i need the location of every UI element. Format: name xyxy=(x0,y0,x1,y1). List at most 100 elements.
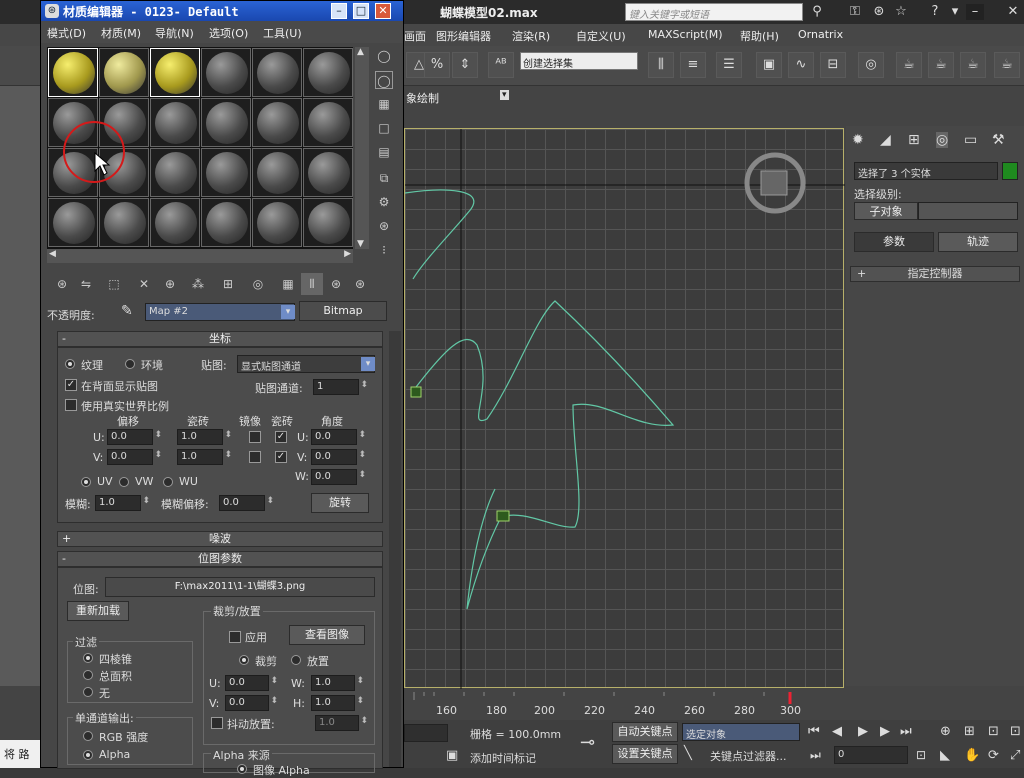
jitter-spinner[interactable]: 1.0 xyxy=(315,715,368,731)
uv-radio[interactable] xyxy=(81,477,91,487)
field-of-view-icon[interactable]: ◣ xyxy=(940,748,950,763)
sample-slot[interactable] xyxy=(252,198,302,247)
u-tile-checkbox[interactable]: ✓ xyxy=(275,431,287,443)
menu-material[interactable]: 材质(M) xyxy=(101,25,141,41)
w-angle-spinner[interactable]: 0.0 xyxy=(311,469,366,485)
percent-snap-icon[interactable]: % xyxy=(424,52,450,78)
sample-slot[interactable] xyxy=(48,198,98,247)
scroll-up-icon[interactable]: ▲ xyxy=(357,47,364,57)
slots-horizontal-scrollbar[interactable]: ◀ ▶ xyxy=(47,249,353,263)
u-offset-spinner[interactable]: 0.0 xyxy=(107,429,162,445)
apply-checkbox[interactable] xyxy=(229,631,241,643)
scroll-down-icon[interactable]: ▼ xyxy=(357,239,364,249)
menu-navigation[interactable]: 导航(N) xyxy=(155,25,194,41)
show-shaded-material-icon[interactable]: ▦ xyxy=(277,273,299,295)
menu-item[interactable]: Ornatrix xyxy=(798,28,843,41)
bitmap-params-rollout-header[interactable]: - 位图参数 xyxy=(57,551,383,567)
sample-slot[interactable] xyxy=(303,198,353,247)
alpha-radio[interactable] xyxy=(83,750,93,760)
show-end-result-icon[interactable]: ⫴ xyxy=(301,273,323,295)
play-icon[interactable]: ▶ xyxy=(858,724,868,739)
summed-area-radio[interactable] xyxy=(83,670,93,680)
layer-manager-icon[interactable]: ☰ xyxy=(716,52,742,78)
add-time-tag[interactable]: 添加时间标记 xyxy=(470,750,536,766)
edit-named-selection-icon[interactable]: ᴬᴮ xyxy=(488,52,514,78)
key-icon[interactable]: ⚿ xyxy=(846,4,864,20)
schematic-view-icon[interactable]: ⊟ xyxy=(820,52,846,78)
show-on-back-checkbox[interactable]: ✓ xyxy=(65,379,77,391)
reload-button[interactable]: 重新加载 xyxy=(67,601,129,621)
crop-h-spinner[interactable]: 1.0 xyxy=(311,695,364,711)
viewport[interactable] xyxy=(404,128,845,689)
mapping-dropdown[interactable]: 显式贴图通道 xyxy=(237,355,375,373)
v-tiling-spinner[interactable]: 1.0 xyxy=(177,449,232,465)
pan-icon[interactable]: ✋ xyxy=(964,748,980,763)
crop-w-spinner[interactable]: 1.0 xyxy=(311,675,364,691)
sample-slot[interactable] xyxy=(150,48,200,97)
sample-slot[interactable] xyxy=(201,98,251,147)
environment-radio[interactable] xyxy=(125,359,135,369)
maximize-viewport-icon[interactable]: ⤢ xyxy=(1010,748,1020,763)
video-color-check-icon[interactable]: ▤ xyxy=(375,143,393,161)
u-angle-spinner[interactable]: 0.0 xyxy=(311,429,366,445)
none-radio[interactable] xyxy=(83,687,93,697)
sample-slot[interactable] xyxy=(150,198,200,247)
noise-rollout-header[interactable]: + 噪波 xyxy=(57,531,383,547)
u-mirror-checkbox[interactable] xyxy=(249,431,261,443)
help-icon[interactable]: ? xyxy=(926,4,944,20)
current-frame-field[interactable]: 0 xyxy=(834,746,908,764)
object-marker[interactable] xyxy=(496,510,510,522)
help-dropdown-icon[interactable]: ▾ xyxy=(946,4,964,20)
menu-options[interactable]: 选项(O) xyxy=(209,25,248,41)
binoculars-icon[interactable]: ⚲ xyxy=(808,4,826,20)
sample-slot[interactable] xyxy=(48,48,98,97)
scroll-left-icon[interactable]: ◀ xyxy=(49,249,56,259)
map-name-field[interactable]: Map #2 xyxy=(145,303,295,321)
menu-utilities[interactable]: 工具(U) xyxy=(263,25,302,41)
go-to-parent-icon[interactable]: ⊛ xyxy=(325,273,347,295)
material-editor-icon[interactable]: ◎ xyxy=(858,52,884,78)
parameters-tab[interactable]: 参数 xyxy=(854,232,934,252)
coordinates-rollout-header[interactable]: - 坐标 xyxy=(57,331,383,347)
sample-slot[interactable] xyxy=(252,148,302,197)
place-radio[interactable] xyxy=(291,655,301,665)
spline-curve[interactable] xyxy=(405,189,475,280)
menu-item[interactable]: 图形编辑器 xyxy=(436,28,491,44)
prev-frame-icon[interactable]: ◀ xyxy=(832,724,842,739)
material-id-channel-icon[interactable]: ◎ xyxy=(247,273,269,295)
named-selection-set-dropdown[interactable]: 创建选择集 xyxy=(520,52,638,70)
material-editor-title-bar[interactable]: ⊛ 材质编辑器 - 0123- Default – □ ✕ xyxy=(41,1,403,21)
get-material-icon[interactable]: ⊛ xyxy=(51,273,73,295)
modify-tab-icon[interactable]: ◢ xyxy=(880,132,891,148)
u-tiling-spinner[interactable]: 1.0 xyxy=(177,429,232,445)
star-icon[interactable]: ☆ xyxy=(892,4,910,20)
sub-object-button[interactable]: 子对象 xyxy=(854,202,918,220)
rollout-scrollbar[interactable] xyxy=(389,331,401,767)
rendered-frame-icon[interactable]: ☕ xyxy=(928,52,954,78)
render-production-icon[interactable]: ☕ xyxy=(960,52,986,78)
real-world-scale-checkbox[interactable] xyxy=(65,399,77,411)
spinner-snap-icon[interactable]: ⇕ xyxy=(452,52,478,78)
backlight-icon[interactable]: ◯ xyxy=(375,71,393,89)
v-offset-spinner[interactable]: 0.0 xyxy=(107,449,162,465)
copy-material-icon[interactable]: ⊕ xyxy=(159,273,181,295)
sample-slot[interactable] xyxy=(303,98,353,147)
menu-item[interactable]: 帮助(H) xyxy=(740,28,779,44)
sample-slot[interactable] xyxy=(252,48,302,97)
selected-object-dropdown[interactable]: 选定对象 xyxy=(682,723,800,741)
viewcube[interactable] xyxy=(760,170,788,196)
trajectories-tab[interactable]: 轨迹 xyxy=(938,232,1018,252)
view-image-button[interactable]: 查看图像 xyxy=(289,625,365,645)
sample-slot[interactable] xyxy=(201,48,251,97)
selected-count-field[interactable]: 选择了 3 个实体 xyxy=(854,162,998,180)
map-name-dropdown-icon[interactable]: ▾ xyxy=(281,305,295,319)
material-map-navigator-icon[interactable]: ⁝ xyxy=(375,241,393,259)
menu-mode[interactable]: 模式(D) xyxy=(47,25,86,41)
zoom-extents-icon[interactable]: ⊡ xyxy=(988,724,999,739)
wu-radio[interactable] xyxy=(163,477,173,487)
make-unique-icon[interactable]: ⁂ xyxy=(187,273,209,295)
v-angle-spinner[interactable]: 0.0 xyxy=(311,449,366,465)
rotate-button[interactable]: 旋转 xyxy=(311,493,369,513)
display-tab-icon[interactable]: ▭ xyxy=(964,132,977,148)
render-iterative-icon[interactable]: ☕ xyxy=(994,52,1020,78)
